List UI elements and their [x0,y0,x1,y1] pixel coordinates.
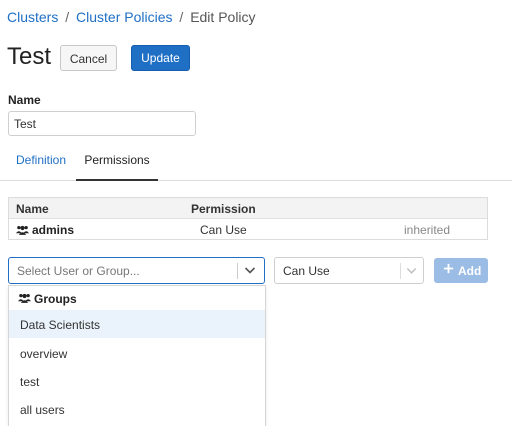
tab-bar: Definition Permissions [0,146,512,181]
row-name-label: admins [32,223,75,237]
user-group-select[interactable]: Select User or Group... [8,257,265,284]
user-group-select-placeholder: Select User or Group... [17,264,140,278]
table-row: admins Can Use inherited [9,219,487,239]
dropdown-option-test[interactable]: test [9,367,265,395]
plus-icon [443,263,454,274]
dropdown-group-label: Groups [34,292,77,306]
table-header: Name Permission [9,198,487,219]
update-button[interactable]: Update [131,45,190,71]
chevron-down-icon[interactable] [406,265,417,276]
dropdown-option-all-users[interactable]: all users [9,395,265,423]
select-divider [237,263,238,279]
breadcrumb-separator: / [65,9,70,25]
breadcrumb-separator: / [179,9,184,25]
column-header-name: Name [16,202,49,216]
dropdown-option-label: overview [20,347,68,361]
breadcrumb-cluster-policies-link[interactable]: Cluster Policies [76,9,172,25]
name-input[interactable] [8,111,196,136]
cancel-button[interactable]: Cancel [60,45,117,71]
breadcrumb-current: Edit Policy [190,9,256,25]
permission-select[interactable]: Can Use [274,257,424,284]
tab-definition[interactable]: Definition [8,146,74,179]
group-icon [18,293,31,303]
name-label: Name [8,93,41,107]
add-button-label: Add [458,264,482,278]
row-permission-cell: Can Use [200,223,247,237]
dropdown-option-label: all users [20,403,65,417]
dropdown-group-header: Groups [9,286,265,310]
row-name-cell: admins [16,223,74,237]
dropdown-option-data-scientists[interactable]: Data Scientists [9,310,265,338]
breadcrumb: Clusters / Cluster Policies / Edit Polic… [7,9,256,25]
breadcrumb-clusters-link[interactable]: Clusters [7,9,58,25]
permissions-table: Name Permission admins Can Use inherited [8,197,488,240]
add-button[interactable]: Add [434,258,488,283]
row-inherited-label: inherited [404,223,451,237]
group-icon [16,225,29,235]
page-title: Test [7,43,52,70]
user-group-dropdown-menu: Groups Data Scientists overview test all… [8,285,266,426]
dropdown-option-label: Data Scientists [20,318,101,332]
dropdown-option-label: test [20,375,40,389]
permission-select-value: Can Use [283,264,330,278]
chevron-down-icon[interactable] [244,264,256,276]
column-header-permission: Permission [191,202,256,216]
tab-permissions[interactable]: Permissions [76,146,158,181]
select-divider [400,263,401,279]
dropdown-option-overview[interactable]: overview [9,339,265,367]
